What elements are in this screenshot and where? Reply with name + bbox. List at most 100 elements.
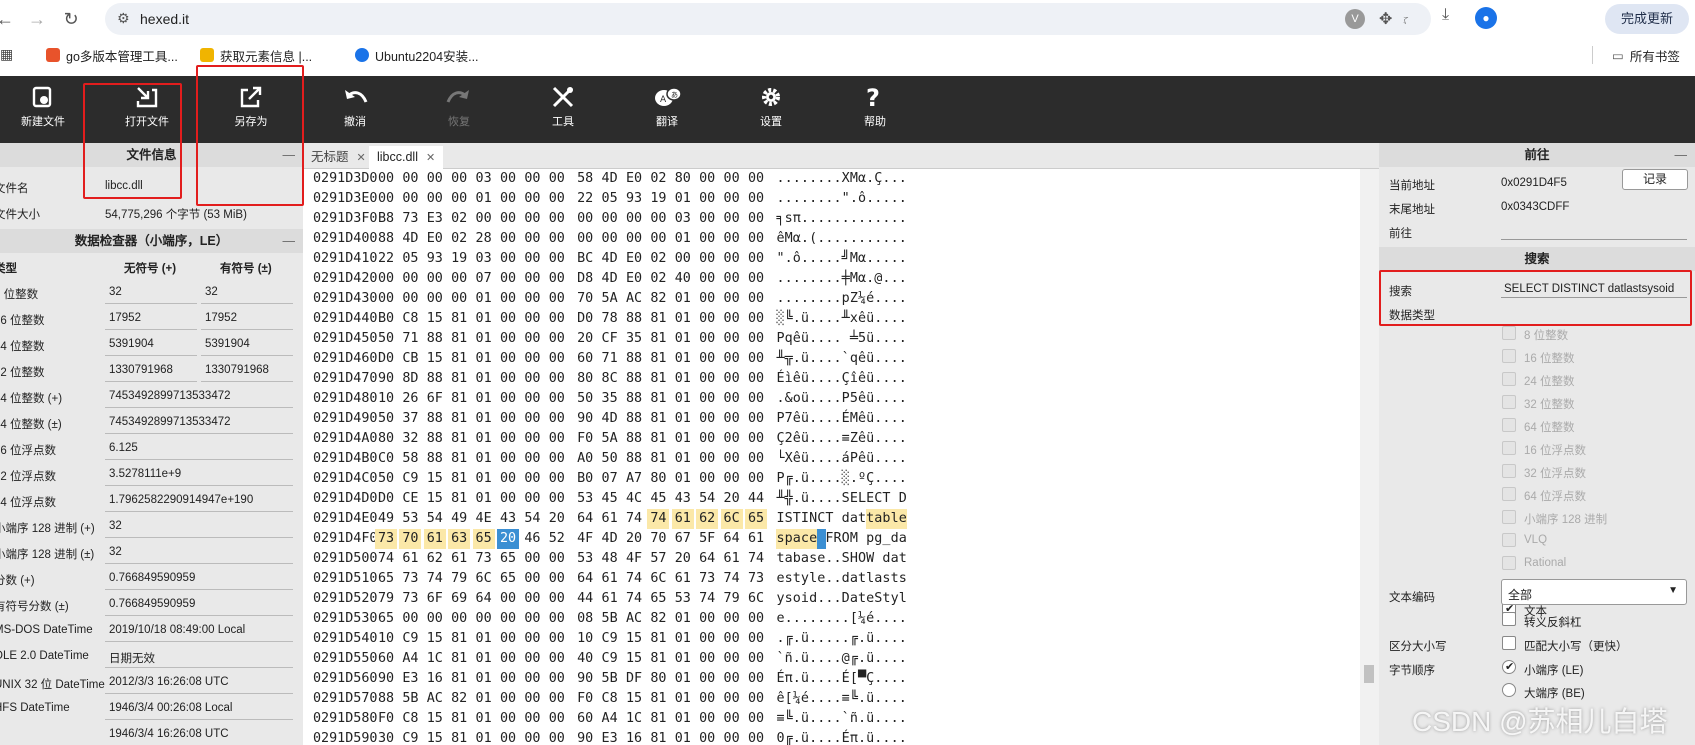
ascii-char[interactable]: . — [898, 429, 907, 449]
hex-byte[interactable]: 80 — [672, 169, 694, 189]
hex-byte[interactable]: 00 — [745, 289, 767, 309]
hex-byte[interactable]: 00 — [721, 289, 743, 309]
hex-byte[interactable]: 15 — [424, 629, 446, 649]
hex-byte[interactable]: 4F — [574, 529, 596, 549]
hex-byte[interactable]: 70 — [399, 529, 422, 549]
hex-byte[interactable]: 00 — [721, 329, 743, 349]
hex-byte[interactable]: E0 — [424, 229, 446, 249]
hex-byte[interactable]: 00 — [497, 289, 519, 309]
hex-byte[interactable]: 50 — [599, 449, 621, 469]
hex-byte[interactable]: 73 — [375, 529, 397, 549]
hex-byte[interactable]: 00 — [473, 209, 495, 229]
hex-byte[interactable]: 01 — [473, 389, 495, 409]
hex-byte[interactable]: 20 — [721, 489, 743, 509]
hex-byte[interactable]: 74 — [696, 589, 718, 609]
goto-header[interactable]: 前往 — — [1379, 143, 1695, 167]
hex-byte[interactable]: 01 — [473, 309, 495, 329]
hex-byte[interactable]: 00 — [745, 469, 767, 489]
hex-byte[interactable]: 00 — [721, 649, 743, 669]
hex-byte[interactable]: 01 — [672, 429, 694, 449]
hex-byte[interactable]: 70 — [574, 289, 596, 309]
hex-byte[interactable]: 00 — [745, 649, 767, 669]
datatype-checkbox[interactable] — [1502, 487, 1516, 501]
hex-byte[interactable]: 00 — [745, 409, 767, 429]
hex-byte[interactable]: 00 — [521, 609, 543, 629]
hex-byte[interactable]: 00 — [497, 429, 519, 449]
hex-byte[interactable]: 4D — [599, 529, 621, 549]
hex-byte[interactable]: 54 — [424, 509, 446, 529]
hex-byte[interactable]: 1C — [424, 649, 446, 669]
hex-byte[interactable]: 00 — [721, 729, 743, 745]
inspector-value[interactable]: 7453492899713533472 — [109, 390, 231, 402]
hex-byte[interactable]: AC — [424, 689, 446, 709]
hex-byte[interactable]: 37 — [399, 409, 421, 429]
hex-byte[interactable]: D8 — [574, 269, 596, 289]
hex-byte[interactable]: 00 — [521, 549, 543, 569]
hex-byte[interactable]: 4D — [599, 169, 621, 189]
hex-byte[interactable]: 81 — [647, 389, 669, 409]
hex-byte[interactable]: 00 — [375, 169, 397, 189]
hex-byte[interactable]: 02 — [448, 229, 470, 249]
hex-byte[interactable]: 64 — [721, 529, 743, 549]
hex-byte[interactable]: C8 — [399, 709, 421, 729]
hex-byte[interactable]: 73 — [399, 569, 421, 589]
hex-byte[interactable]: 20 — [672, 549, 694, 569]
hex-byte[interactable]: 00 — [745, 609, 767, 629]
hex-byte[interactable]: 50 — [574, 389, 596, 409]
hex-byte[interactable]: A4 — [399, 649, 421, 669]
hex-byte[interactable]: 00 — [696, 669, 718, 689]
hex-byte[interactable]: 43 — [672, 489, 694, 509]
hex-byte[interactable]: 00 — [546, 589, 568, 609]
hex-byte[interactable]: 00 — [546, 269, 568, 289]
hex-byte[interactable]: 88 — [623, 349, 645, 369]
hex-byte[interactable]: C9 — [399, 629, 421, 649]
hex-byte[interactable]: 53 — [399, 509, 421, 529]
hex-byte[interactable]: 67 — [672, 529, 694, 549]
hex-byte[interactable]: 81 — [448, 709, 470, 729]
hex-byte[interactable]: 53 — [574, 549, 596, 569]
hex-byte[interactable]: 71 — [599, 349, 621, 369]
hex-byte[interactable]: 00 — [721, 229, 743, 249]
hex-byte[interactable]: 00 — [521, 469, 543, 489]
hex-byte[interactable]: 00 — [546, 669, 568, 689]
hex-byte[interactable]: C9 — [599, 629, 621, 649]
datatype-checkbox[interactable] — [1502, 533, 1516, 547]
hex-byte[interactable]: 45 — [599, 489, 621, 509]
hex-byte[interactable]: 81 — [647, 729, 669, 745]
hex-byte[interactable]: 00 — [546, 709, 568, 729]
hex-byte[interactable]: 6C — [720, 509, 743, 529]
hex-byte[interactable]: 00 — [546, 729, 568, 745]
ascii-char[interactable]: . — [898, 169, 907, 189]
hex-byte[interactable]: 00 — [375, 289, 397, 309]
hex-byte[interactable]: 00 — [647, 229, 669, 249]
hex-byte[interactable]: 49 — [375, 509, 397, 529]
hex-byte[interactable]: 00 — [574, 229, 596, 249]
hex-byte[interactable]: 00 — [521, 729, 543, 745]
site-settings-icon[interactable]: ⚙ — [117, 10, 130, 27]
hex-byte[interactable]: 65 — [497, 549, 519, 569]
hex-byte[interactable]: 35 — [599, 389, 621, 409]
ascii-char[interactable]: l — [898, 589, 907, 609]
hex-byte[interactable]: 64 — [696, 549, 718, 569]
hex-byte[interactable]: 62 — [696, 509, 719, 529]
hex-byte[interactable]: 81 — [647, 629, 669, 649]
hex-byte[interactable]: 00 — [672, 249, 694, 269]
hex-byte[interactable]: 01 — [473, 369, 495, 389]
hex-byte[interactable]: 61 — [599, 589, 621, 609]
hex-byte[interactable]: 58 — [399, 449, 421, 469]
hex-byte[interactable]: 81 — [448, 729, 470, 745]
hex-byte[interactable]: 00 — [721, 629, 743, 649]
hex-byte[interactable]: BC — [574, 249, 596, 269]
hex-byte[interactable]: C8 — [599, 689, 621, 709]
hex-byte[interactable]: 01 — [473, 409, 495, 429]
file-info-header[interactable]: 文件信息 — — [0, 143, 303, 167]
hex-byte[interactable]: 61 — [672, 569, 694, 589]
hex-byte[interactable]: 80 — [647, 669, 669, 689]
hex-byte[interactable]: 01 — [473, 629, 495, 649]
hex-byte[interactable]: 32 — [399, 429, 421, 449]
hex-byte[interactable]: B8 — [375, 209, 397, 229]
hex-byte[interactable]: 74 — [623, 509, 645, 529]
hex-byte[interactable]: C8 — [399, 309, 421, 329]
hex-byte[interactable]: 20 — [546, 509, 568, 529]
hex-byte[interactable]: 00 — [721, 309, 743, 329]
